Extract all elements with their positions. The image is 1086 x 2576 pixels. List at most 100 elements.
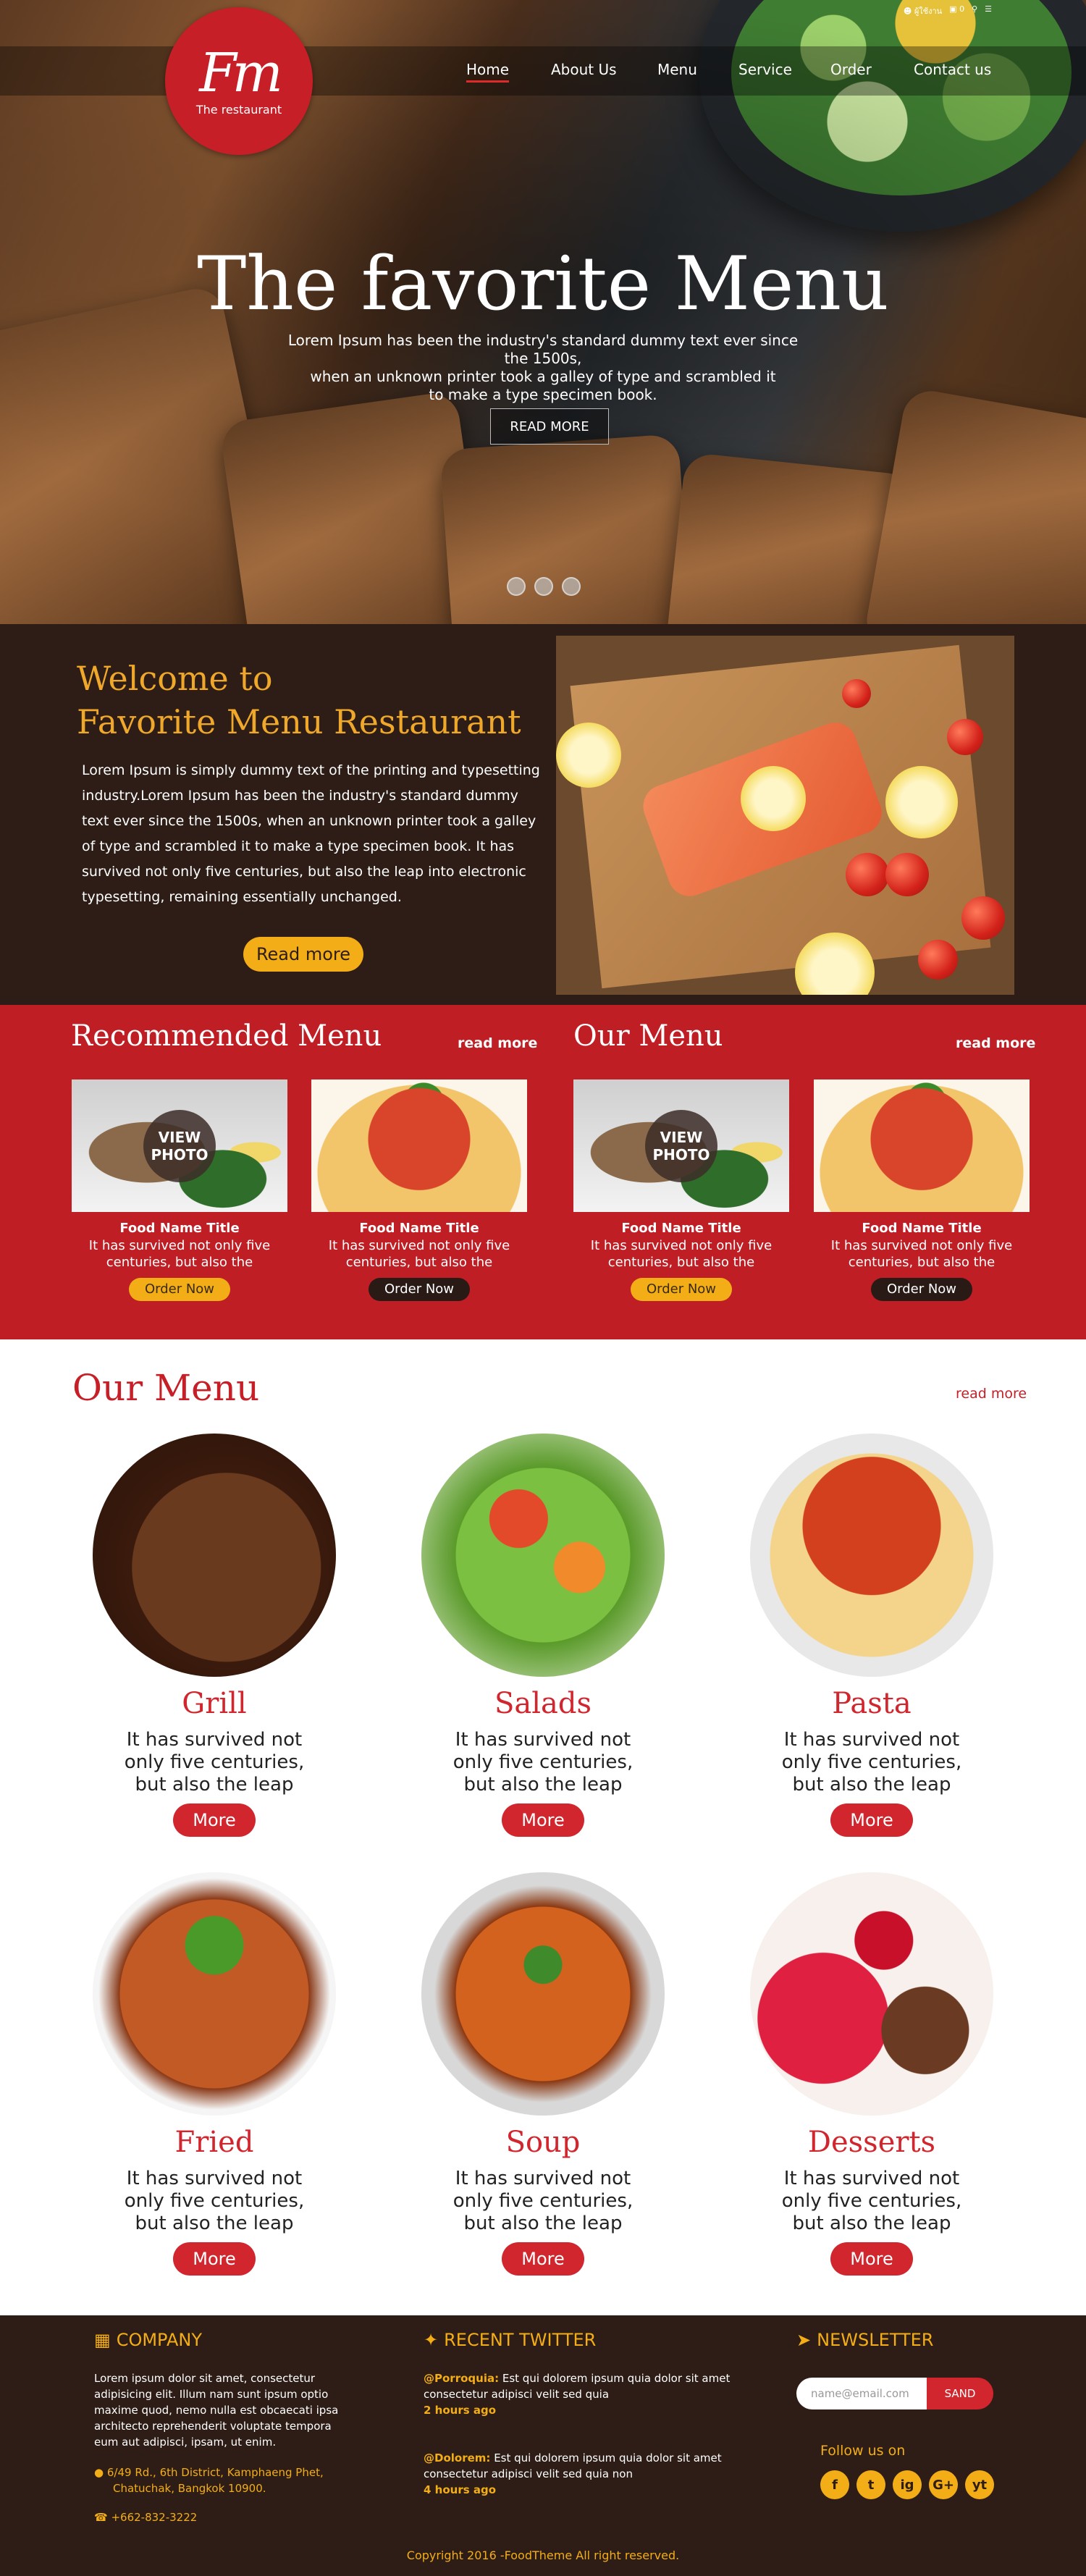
logo[interactable]: Fm The restaurant	[165, 7, 313, 155]
cart-count: 0	[959, 4, 965, 14]
search-icon[interactable]: ⚲	[972, 4, 977, 17]
copyright: Copyright 2016 -FoodTheme All right rese…	[406, 2548, 680, 2562]
twitter-heading: ✦ RECENT TWITTER	[424, 2330, 596, 2350]
youtube-icon[interactable]: yt	[965, 2470, 994, 2499]
hero-text-line: Lorem Ipsum has been the industry's stan…	[287, 332, 799, 367]
more-button[interactable]: More	[502, 1803, 584, 1837]
view-photo-overlay[interactable]: VIEW PHOTO	[143, 1110, 216, 1182]
dish-text: It has survived not only five centuries,…	[124, 1729, 305, 1796]
food-card-text-line: centuries, but also the	[345, 1255, 493, 1270]
nav-item-home[interactable]: Home	[466, 61, 510, 83]
company-phone[interactable]: ☎ +662-832-3222	[94, 2509, 197, 2525]
newsletter-heading: ➤ NEWSLETTER	[796, 2330, 933, 2350]
address-line: Chatuchak, Bangkok 10900.	[113, 2482, 266, 2495]
tweet: @Porroquia: Est qui dolorem ipsum quia d…	[424, 2370, 735, 2418]
view-photo-label: VIEW	[660, 1129, 703, 1146]
more-button[interactable]: More	[173, 1803, 256, 1837]
featured-menus-section: Recommended Menu read more Our Menu read…	[0, 1005, 1086, 1339]
food-card-text: It has survived not only five centuries, …	[311, 1237, 527, 1271]
instagram-icon[interactable]: ig	[893, 2470, 922, 2499]
food-card-title: Food Name Title	[621, 1221, 741, 1236]
food-card-text-line: centuries, but also the	[607, 1255, 755, 1270]
food-card-text-line: centuries, but also the	[106, 1255, 253, 1270]
dish-text: It has survived not only five centuries,…	[781, 2168, 962, 2234]
our-menu-read-more-link[interactable]: read more	[956, 1386, 1027, 1402]
twitter-bird-icon: ✦	[424, 2330, 439, 2350]
dish-image[interactable]	[750, 1434, 993, 1677]
food-card-text-line: It has survived not only five	[328, 1238, 510, 1253]
welcome-read-more-button[interactable]: Read more	[243, 937, 363, 972]
more-button[interactable]: More	[830, 2242, 913, 2276]
location-pin-icon: ●	[94, 2466, 104, 2479]
slider-dot[interactable]	[534, 577, 553, 596]
dish-name: Pasta	[832, 1687, 912, 1720]
address-line: 6/49 Rd., 6th District, Kamphaeng Phet,	[106, 2466, 324, 2479]
company-address: ● 6/49 Rd., 6th District, Kamphaeng Phet…	[94, 2465, 369, 2496]
user-icon[interactable]: ☻ ผู้ใช้งาน	[904, 4, 942, 17]
nav-item-contact-us[interactable]: Contact us	[914, 61, 991, 78]
dish-image[interactable]	[421, 1872, 665, 2116]
dish-image[interactable]	[750, 1872, 993, 2116]
twitter-icon[interactable]: t	[856, 2470, 885, 2499]
paper-plane-icon: ➤	[796, 2330, 812, 2350]
view-photo-overlay[interactable]: VIEW PHOTO	[645, 1110, 717, 1182]
slider-dot[interactable]	[562, 577, 581, 596]
order-now-button[interactable]: Order Now	[630, 1278, 733, 1301]
phone-icon: ☎	[94, 2511, 108, 2524]
tweet-time: 2 hours ago	[424, 2404, 497, 2417]
newsletter-email-input[interactable]: name@email.com	[796, 2378, 927, 2409]
menu-category-fried: Fried It has survived not only five cent…	[77, 1872, 352, 2276]
nav-item-menu[interactable]: Menu	[657, 61, 697, 78]
more-button[interactable]: More	[830, 1803, 913, 1837]
menu-category-desserts: Desserts It has survived not only five c…	[734, 1872, 1009, 2276]
food-card-text-line: It has survived not only five	[88, 1238, 271, 1253]
food-card-image[interactable]	[814, 1079, 1030, 1212]
slider-dot[interactable]	[507, 577, 526, 596]
welcome-text: Lorem Ipsum is simply dummy text of the …	[82, 762, 540, 905]
slider-dots	[507, 577, 581, 596]
our-menu-small-read-more-link[interactable]: read more	[956, 1035, 1035, 1051]
nav-item-about-us[interactable]: About Us	[551, 61, 617, 78]
food-card: Food Name Title It has survived not only…	[814, 1079, 1030, 1301]
facebook-icon[interactable]: f	[820, 2470, 849, 2499]
tweet-handle[interactable]: @Dolorem:	[424, 2451, 490, 2465]
order-now-button[interactable]: Order Now	[368, 1278, 471, 1301]
company-heading: ▦ COMPANY	[94, 2330, 202, 2350]
more-button[interactable]: More	[502, 2242, 584, 2276]
menu-category-soup: Soup It has survived not only five centu…	[405, 1872, 681, 2276]
dish-text: It has survived not only five centuries,…	[781, 1729, 962, 1796]
tweet-handle[interactable]: @Porroquia:	[424, 2372, 499, 2385]
food-card-image[interactable]	[311, 1079, 527, 1212]
tweet: @Dolorem: Est qui dolorem ipsum quia dol…	[424, 2450, 735, 2498]
phone-number[interactable]: +662-832-3222	[111, 2511, 197, 2524]
our-menu-small-title: Our Menu	[573, 1019, 723, 1053]
food-card-image[interactable]: VIEW PHOTO	[573, 1079, 789, 1212]
footer: ▦ COMPANY Lorem ipsum dolor sit amet, con…	[0, 2315, 1086, 2576]
food-card: VIEW PHOTO Food Name Title It has survive…	[72, 1079, 287, 1301]
food-card: VIEW PHOTO Food Name Title It has survive…	[573, 1079, 789, 1301]
twitter-title: RECENT TWITTER	[444, 2330, 597, 2350]
follow-us-label: Follow us on	[820, 2443, 906, 2459]
user-label[interactable]: ผู้ใช้งาน	[914, 7, 942, 16]
cart-icon[interactable]: ▣ 0	[949, 4, 964, 17]
dish-image[interactable]	[421, 1434, 665, 1677]
google-plus-icon[interactable]: G+	[929, 2470, 958, 2499]
dish-name: Grill	[182, 1687, 247, 1720]
newsletter-submit-button[interactable]: SAND	[927, 2378, 993, 2409]
order-now-button[interactable]: Order Now	[870, 1278, 973, 1301]
welcome-salmon-image	[556, 636, 1014, 995]
dish-image[interactable]	[93, 1434, 336, 1677]
dish-name: Desserts	[807, 2126, 936, 2159]
hero-banner: ☻ ผู้ใช้งาน ▣ 0 ⚲ ☰ Fm The restaurant Ho…	[0, 0, 1086, 624]
dish-name: Soup	[505, 2126, 581, 2159]
menu-icon[interactable]: ☰	[985, 4, 992, 17]
food-card-image[interactable]: VIEW PHOTO	[72, 1079, 287, 1212]
nav-item-order[interactable]: Order	[830, 61, 872, 78]
nav-item-service[interactable]: Service	[738, 61, 792, 78]
read-more-button[interactable]: READ MORE	[490, 408, 609, 445]
welcome-title-line: Favorite Menu Restaurant	[77, 702, 521, 741]
order-now-button[interactable]: Order Now	[128, 1278, 231, 1301]
recommended-read-more-link[interactable]: read more	[458, 1035, 537, 1051]
dish-image[interactable]	[93, 1872, 336, 2116]
more-button[interactable]: More	[173, 2242, 256, 2276]
